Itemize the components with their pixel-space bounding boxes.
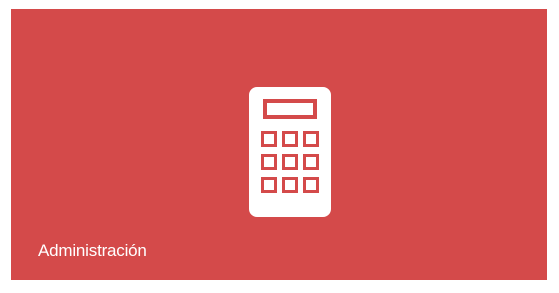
calculator-icon [249,87,331,217]
administracion-tile[interactable]: Administración [11,9,547,280]
tile-label: Administración [38,241,147,260]
